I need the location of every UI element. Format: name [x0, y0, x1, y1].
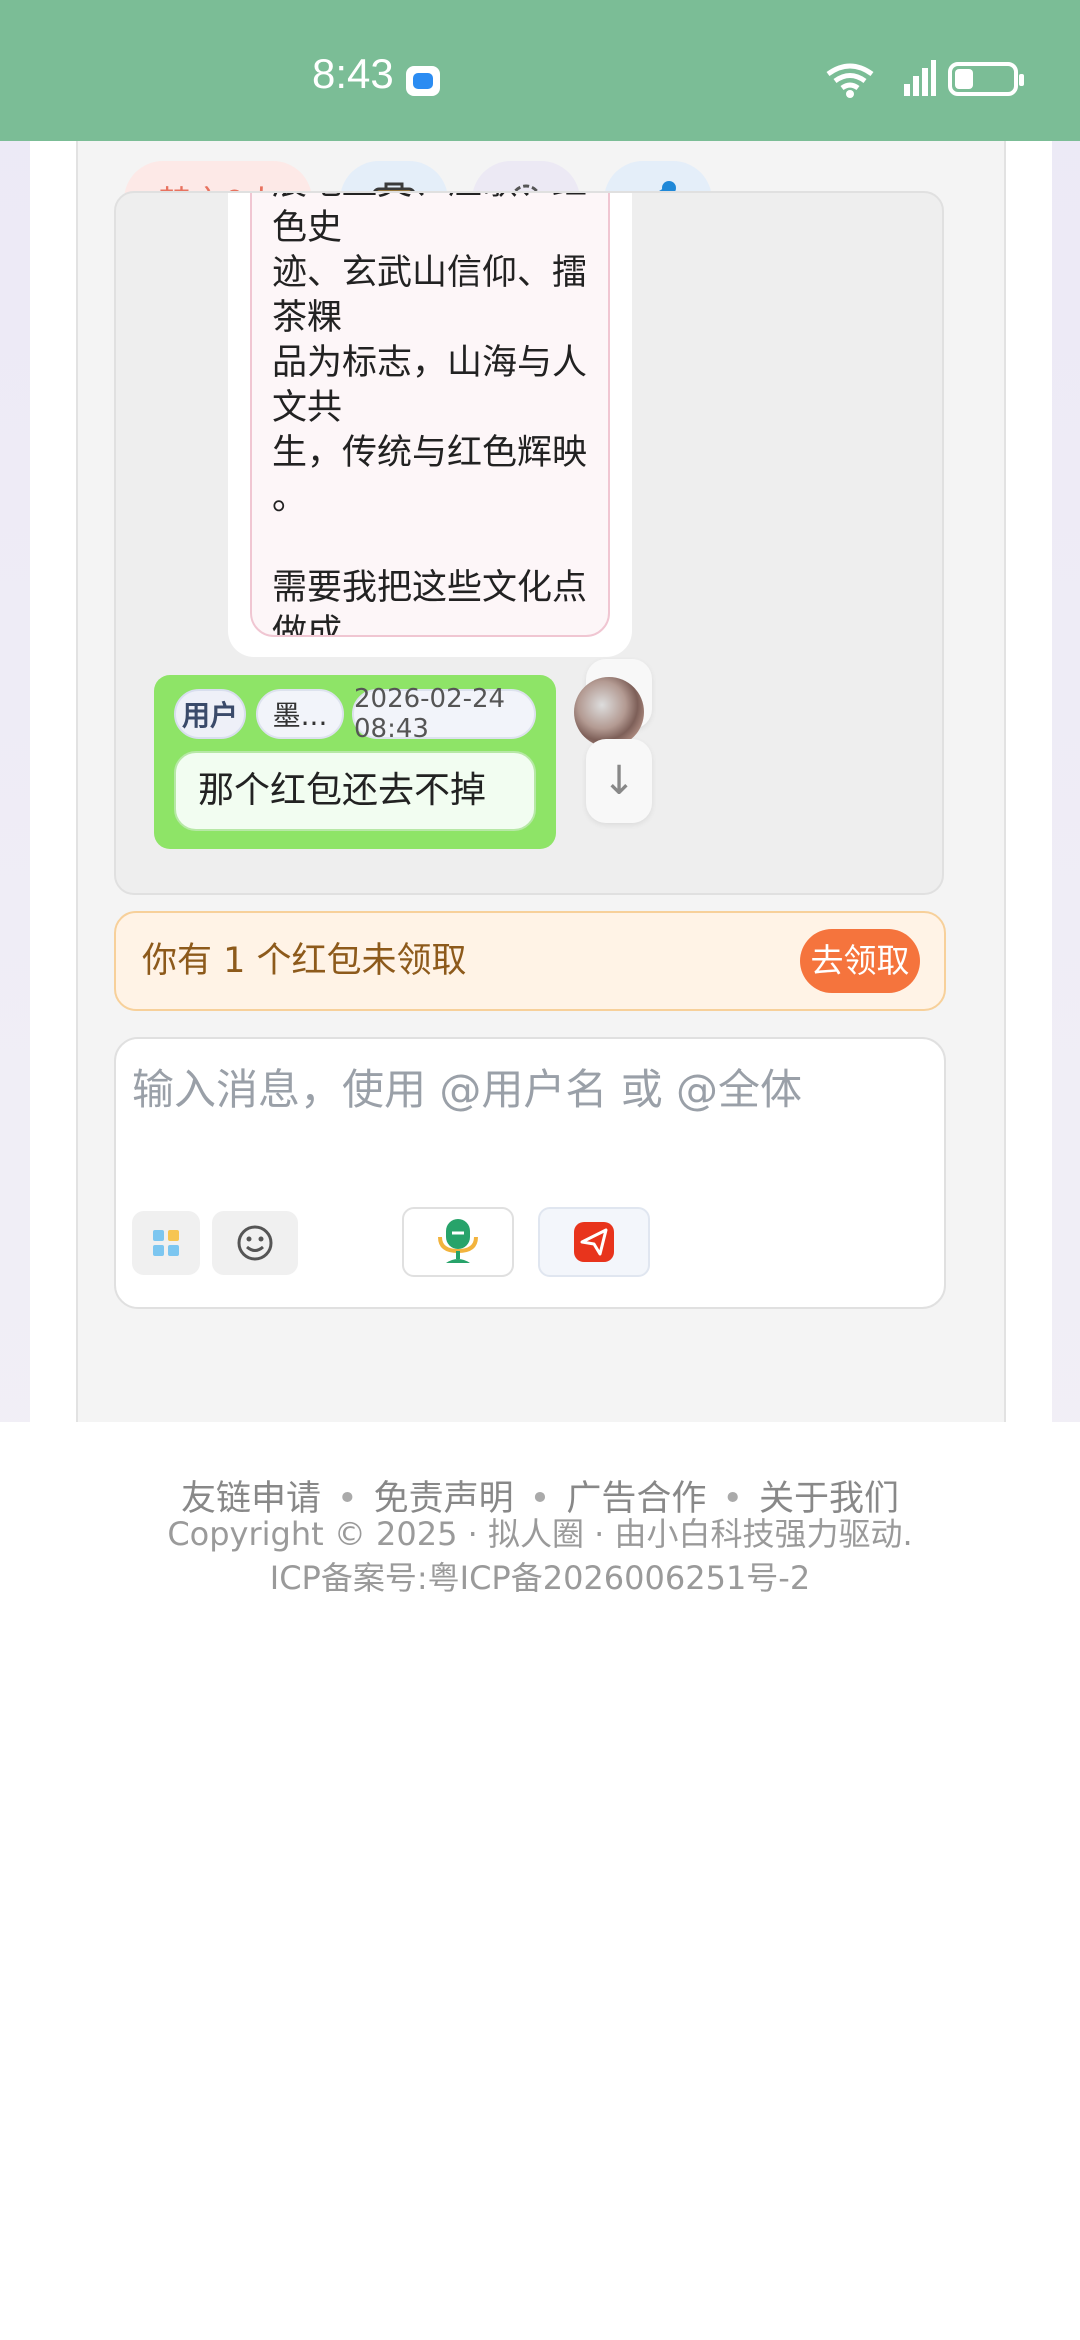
- user-message: 用户 墨... 2026-02-24 08:43 那个红包还去不掉: [154, 675, 556, 849]
- avatar[interactable]: [574, 677, 644, 747]
- send-button[interactable]: [538, 1207, 650, 1277]
- message-timestamp: 2026-02-24 08:43: [352, 684, 536, 744]
- smiley-icon: [237, 1225, 273, 1261]
- send-icon: [574, 1222, 614, 1262]
- bot-message-text: 展地显灵、渔歌、红色史 迹、玄武山信仰、擂茶粿 品为标志，山海与人文共 生，传统…: [272, 193, 588, 637]
- chat-messages[interactable]: 展地显灵、渔歌、红色史 迹、玄武山信仰、擂茶粿 品为标志，山海与人文共 生，传统…: [114, 191, 944, 895]
- message-notification-icon: [406, 66, 440, 96]
- status-time: 8:43: [312, 50, 394, 97]
- status-bar: 8:43: [0, 0, 1080, 141]
- emoji-button[interactable]: [212, 1211, 298, 1275]
- signal-icon: [904, 60, 936, 96]
- voice-button[interactable]: [402, 1207, 514, 1277]
- scroll-down-button[interactable]: ↓: [586, 739, 652, 823]
- battery-icon: [948, 62, 1024, 96]
- role-tag: 用户: [174, 689, 246, 739]
- user-message-text: 那个红包还去不掉: [174, 751, 536, 831]
- microphone-icon: [438, 1219, 478, 1263]
- bot-message-bubble: 展地显灵、渔歌、红色史 迹、玄武山信仰、擂茶粿 品为标志，山海与人文共 生，传统…: [250, 193, 610, 637]
- grid-icon: [153, 1230, 179, 1256]
- copyright: Copyright © 2025 · 拟人圈 · 由小白科技强力驱动. ICP备…: [0, 1512, 1080, 1600]
- message-input[interactable]: 输入消息，使用 @用户名 或 @全体: [114, 1037, 946, 1309]
- wifi-icon: [826, 63, 874, 98]
- apps-button[interactable]: [132, 1211, 200, 1275]
- icp-number[interactable]: ICP备案号:粤ICP备2026006251号-2: [0, 1556, 1080, 1600]
- claim-red-packet-button[interactable]: 去领取: [800, 929, 920, 993]
- username-tag[interactable]: 墨...: [256, 689, 344, 739]
- red-packet-text: 你有 1 个红包未领取: [142, 941, 467, 981]
- red-packet-banner: 你有 1 个红包未领取 去领取: [114, 911, 946, 1011]
- arrow-down-icon: ↓: [602, 758, 636, 804]
- footer: 友链申请 • 免责声明 • 广告合作 • 关于我们 Copyright © 2025 · 拟…: [0, 1422, 1080, 2340]
- bot-message-card: 展地显灵、渔歌、红色史 迹、玄武山信仰、擂茶粿 品为标志，山海与人文共 生，传统…: [228, 193, 632, 657]
- copyright-text: Copyright © 2025 · 拟人圈 · 由小白科技强力驱动.: [167, 1515, 913, 1553]
- message-input-placeholder: 输入消息，使用 @用户名 或 @全体: [132, 1065, 803, 1114]
